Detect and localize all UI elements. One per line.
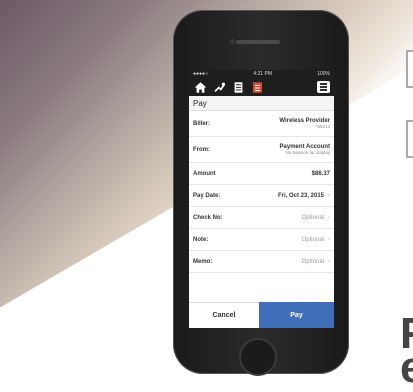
from-label: From: [193, 146, 210, 153]
bill-icon[interactable] [250, 80, 264, 94]
check-no-row[interactable]: Check No: Optional › [189, 207, 334, 229]
status-time: 4:21 PM [253, 71, 272, 77]
transfer-icon[interactable] [212, 80, 226, 94]
pay-date-label: Pay Date: [193, 192, 221, 199]
phone-camera [230, 39, 235, 44]
home-icon[interactable] [193, 80, 207, 94]
background-letter-2: e [400, 343, 413, 392]
phone-speaker [236, 40, 280, 44]
memo-input[interactable]: Optional [302, 259, 324, 265]
biller-account: *55213 [315, 124, 330, 129]
note-row[interactable]: Note: Optional › [189, 229, 334, 251]
memo-label: Memo: [193, 258, 213, 265]
carrier-signal: ●●●●○ [193, 71, 209, 77]
biller-value: Wireless Provider *55213 [279, 118, 330, 129]
action-bar: Cancel Pay [189, 302, 334, 328]
chevron-right-icon: › [327, 236, 330, 243]
amount-label: Amount [193, 170, 216, 177]
pay-date-row[interactable]: Pay Date: Fri, Oct 23, 2015 › [189, 185, 334, 207]
note-input[interactable]: Optional [302, 237, 324, 243]
chevron-right-icon: › [327, 214, 330, 221]
check-no-input[interactable]: Optional [302, 215, 324, 221]
from-value: Payment Account No balance for display [280, 144, 330, 155]
from-balance: No balance for display [285, 150, 330, 155]
status-bar: ●●●●○ 4:21 PM 100% [189, 70, 334, 78]
decorative-box-1 [406, 50, 413, 88]
amount-value: $86.37 [311, 170, 330, 177]
cancel-button[interactable]: Cancel [189, 302, 259, 328]
biller-row[interactable]: Biller: Wireless Provider *55213 [189, 111, 334, 137]
from-row[interactable]: From: Payment Account No balance for dis… [189, 137, 334, 163]
page-title: Pay [189, 96, 334, 111]
memo-row[interactable]: Memo: Optional › [189, 251, 334, 273]
amount-row[interactable]: Amount $86.37 [189, 163, 334, 185]
note-label: Note: [193, 236, 209, 243]
pay-date-value: Fri, Oct 23, 2015 [277, 192, 324, 199]
chevron-right-icon: › [327, 258, 330, 265]
app-toolbar [189, 78, 334, 96]
document-icon[interactable] [231, 80, 245, 94]
home-button[interactable] [239, 338, 277, 376]
battery-level: 100% [317, 71, 330, 77]
pay-button[interactable]: Pay [259, 302, 334, 328]
phone-screen: ●●●●○ 4:21 PM 100% Pay Biller: Wireless … [189, 70, 334, 328]
check-no-label: Check No: [193, 214, 223, 221]
decorative-box-2 [406, 120, 413, 158]
biller-label: Biller: [193, 120, 211, 127]
phone-device: ●●●●○ 4:21 PM 100% Pay Biller: Wireless … [173, 10, 349, 376]
menu-icon[interactable] [317, 81, 330, 93]
chevron-right-icon: › [327, 192, 330, 199]
